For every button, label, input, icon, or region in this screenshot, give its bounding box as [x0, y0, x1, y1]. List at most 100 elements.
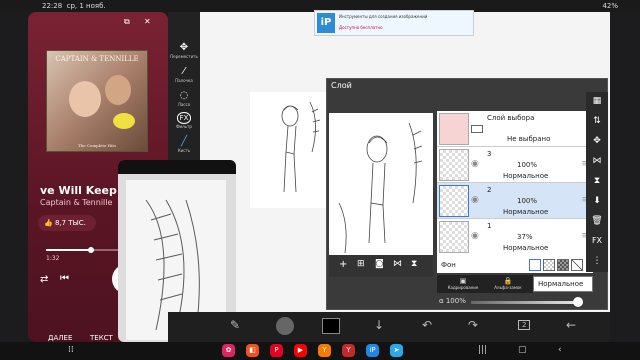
album-subtitle: The Complete Hits: [77, 143, 117, 148]
album-title: CAPTAIN & TENNILLE: [55, 55, 139, 63]
color-swatch[interactable]: [322, 318, 340, 334]
brush-tool[interactable]: ╱ Кисть: [168, 136, 200, 153]
layer-thumb: [439, 221, 469, 253]
layer-opacity: 37%: [517, 233, 533, 241]
battery-level: 42%: [602, 2, 618, 10]
layer-row[interactable]: ◉ 1 37% Нормальное ≡: [437, 219, 593, 255]
flip-icon[interactable]: ⋈: [393, 259, 402, 269]
flip-horizontal-icon[interactable]: ⋈: [586, 156, 608, 166]
layer-number: 3: [487, 150, 492, 158]
layer-blend: Нормальное: [503, 208, 549, 216]
eye-icon[interactable]: ◉: [471, 195, 479, 205]
app-icon-flower[interactable]: ✿: [222, 344, 235, 357]
cover-sticker: [113, 113, 135, 129]
brush-size-icon[interactable]: [276, 317, 294, 335]
ad-logo-icon: iP: [317, 13, 335, 33]
opacity-slider-knob[interactable]: [573, 297, 583, 307]
flip-vertical-icon[interactable]: ⧗: [586, 176, 608, 186]
opacity-row: α 100%: [437, 295, 593, 309]
selection-layer-state: Не выбрано: [507, 135, 551, 143]
layer-thumb: [439, 149, 469, 181]
ibispaint-icon[interactable]: iP: [366, 344, 379, 357]
song-artist[interactable]: Captain & Tennille: [40, 198, 112, 207]
recent-apps-icon[interactable]: |||: [478, 345, 487, 355]
more-icon[interactable]: ⋮: [586, 256, 608, 266]
app-icon-y[interactable]: Y: [318, 344, 331, 357]
bg-swatch-dark[interactable]: [557, 259, 569, 271]
clip-button[interactable]: ▣ Кадрирование: [443, 277, 483, 290]
thumbs-up-icon: 👍: [44, 219, 53, 227]
delete-icon[interactable]: 🗑: [586, 216, 608, 226]
layer-opacity: 100%: [517, 197, 538, 205]
transform-icon[interactable]: ✥: [586, 136, 608, 146]
status-date: ср, 1 нояб.: [66, 2, 106, 10]
home-icon[interactable]: ▢: [518, 345, 527, 355]
move-layer-icon[interactable]: ⇅: [586, 116, 608, 126]
clip-icon: ▣: [459, 277, 467, 285]
pen-icon[interactable]: ✎: [230, 318, 240, 332]
ad-text-1: Инструменты для создания изображений: [339, 14, 428, 19]
undo-icon[interactable]: ↶: [422, 318, 432, 332]
cover-face: [105, 75, 131, 105]
selection-layer-row[interactable]: Слой выбора Не выбрано: [437, 111, 593, 147]
layers-button[interactable]: 2: [518, 320, 531, 330]
bg-swatch-none[interactable]: [571, 259, 583, 271]
eye-icon[interactable]: ◉: [471, 231, 479, 241]
layer-count: 2: [522, 321, 527, 329]
move-tool[interactable]: ✥ Переместить: [168, 42, 200, 59]
filter-tool[interactable]: FX Фильтр: [168, 112, 200, 129]
back-arrow-icon[interactable]: ←: [566, 318, 576, 332]
preview-header: [118, 160, 236, 174]
lasso-tool[interactable]: ◌ Лассо: [168, 90, 200, 107]
artboard[interactable]: [250, 92, 332, 208]
cast-icon[interactable]: ⧉: [124, 17, 130, 27]
layer-row[interactable]: ◉ 2 100% Нормальное ≡: [437, 183, 593, 219]
tab-lyrics[interactable]: ТЕКСТ: [90, 334, 113, 342]
fx-icon[interactable]: FX: [586, 236, 608, 245]
download-icon[interactable]: ↓: [374, 318, 384, 332]
youtube-icon[interactable]: ▶: [294, 344, 307, 357]
pinterest-icon[interactable]: P: [270, 344, 283, 357]
yandex-browser-icon[interactable]: Y: [342, 344, 355, 357]
layer-blend: Нормальное: [503, 244, 549, 252]
wand-tool[interactable]: ⁄ Палочка: [168, 66, 200, 83]
redo-icon[interactable]: ↷: [468, 318, 478, 332]
status-time: 22:28: [42, 2, 63, 10]
cover-face: [69, 81, 101, 117]
flip-vertical-icon[interactable]: ⧗: [411, 259, 417, 269]
back-icon[interactable]: ‹: [558, 345, 562, 355]
blend-mode-select[interactable]: Нормальное: [533, 276, 593, 292]
lock-icon: 🔒: [503, 277, 513, 285]
telegram-icon[interactable]: ➤: [390, 344, 403, 357]
bg-swatch-transparent[interactable]: [543, 259, 555, 271]
add-image-layer-icon[interactable]: ⊞: [357, 259, 365, 269]
wand-icon: ⁄: [183, 66, 185, 77]
camera-icon[interactable]: ◙: [375, 259, 384, 269]
layer-list: Слой выбора Не выбрано ◉ 3 100% Нормальн…: [437, 111, 593, 257]
song-title: ve Will Keep U: [40, 184, 130, 197]
tab-next[interactable]: ДАЛЕЕ: [48, 334, 72, 342]
alpha-lock-button[interactable]: 🔒 Альфа-замок: [487, 277, 529, 290]
layer-opacity: 100%: [517, 161, 538, 169]
previous-icon[interactable]: ⏮: [60, 273, 69, 284]
layer-thumb: [439, 113, 469, 145]
app-drawer-icon[interactable]: ⁞⁞: [68, 345, 74, 355]
add-layer-icon[interactable]: +: [339, 259, 347, 270]
app-icon-office[interactable]: ◧: [246, 344, 259, 357]
layer-thumb: [439, 185, 469, 217]
eye-icon[interactable]: ◉: [471, 159, 479, 169]
bg-swatch-white[interactable]: [529, 259, 541, 271]
ibis-bottom-bar: ✎ ↓ ↶ ↷ 2 ←: [168, 312, 610, 342]
checker-icon[interactable]: ▦: [586, 96, 608, 106]
layer-preview-sketch: [338, 122, 423, 254]
merge-down-icon[interactable]: ⬇: [586, 196, 608, 206]
progress-knob[interactable]: [87, 247, 94, 253]
tool-label: Фильтр: [176, 124, 192, 129]
alpha-label: α 100%: [439, 297, 466, 305]
shuffle-icon[interactable]: ⇄: [40, 274, 48, 285]
close-icon[interactable]: ✕: [144, 17, 151, 26]
layer-row[interactable]: ◉ 3 100% Нормальное ≡: [437, 147, 593, 183]
like-button[interactable]: 👍 8,7 ТЫС.: [38, 215, 96, 231]
ad-banner[interactable]: iP Инструменты для создания изображений …: [314, 10, 474, 36]
opacity-slider[interactable]: [471, 301, 581, 304]
